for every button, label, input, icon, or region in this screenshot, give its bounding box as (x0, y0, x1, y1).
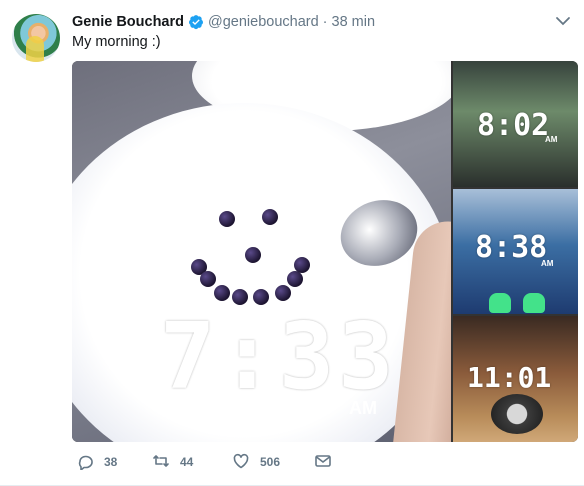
media-photo-thumb-2[interactable]: 8:38 AM (453, 189, 578, 314)
tweet-text: My morning :) (72, 34, 161, 50)
media-photo-main[interactable]: 7:33 AM (72, 61, 451, 442)
blueberry (219, 211, 235, 227)
verified-badge-icon (188, 14, 204, 30)
blueberry (200, 271, 216, 287)
blueberry (214, 285, 230, 301)
author-handle[interactable]: @geniebouchard (208, 14, 319, 30)
weight-plate-shape (491, 394, 543, 434)
tweet-card[interactable]: Genie Bouchard @geniebouchard · 38 min M… (0, 0, 584, 486)
retweet-button[interactable]: 44 (152, 452, 193, 473)
shoe-shape (489, 293, 511, 313)
like-icon (232, 452, 250, 473)
like-button[interactable]: 506 (232, 452, 280, 473)
tweet-header: Genie Bouchard @geniebouchard · 38 min (72, 12, 375, 32)
blueberry (287, 271, 303, 287)
like-count: 506 (260, 455, 281, 469)
blueberry (262, 209, 278, 225)
chevron-down-icon[interactable] (554, 12, 572, 30)
direct-message-button[interactable] (314, 452, 332, 473)
reply-button[interactable]: 38 (76, 452, 117, 473)
header-separator: · (322, 14, 328, 30)
author-name[interactable]: Genie Bouchard (72, 14, 184, 30)
blueberry (245, 247, 261, 263)
thumb-3-clock: 11:01 (467, 361, 552, 394)
tweet-timestamp[interactable]: 38 min (332, 14, 376, 30)
direct-message-icon (314, 452, 332, 473)
thumb-1-clock: 8:02 (477, 108, 550, 143)
blueberry (275, 285, 291, 301)
main-clock-ampm: AM (349, 398, 377, 418)
thumb-2-clock: 8:38 (475, 230, 548, 265)
media-photo-thumb-3[interactable]: 11:01 (453, 316, 578, 442)
reply-count: 38 (104, 455, 118, 469)
retweet-icon (152, 452, 170, 473)
avatar[interactable] (12, 14, 60, 62)
blueberry (294, 257, 310, 273)
media-photo-thumb-1[interactable]: 8:02 AM (453, 61, 578, 187)
reply-icon (76, 452, 94, 473)
shoe-shape (523, 293, 545, 313)
retweet-count: 44 (180, 455, 194, 469)
media-grid: 7:33 AM 8:02 AM 8:38 AM 11:01 (72, 61, 578, 442)
thumb-1-ampm: AM (545, 135, 558, 144)
main-clock: 7:33 (160, 303, 398, 410)
thumb-2-ampm: AM (541, 259, 554, 268)
